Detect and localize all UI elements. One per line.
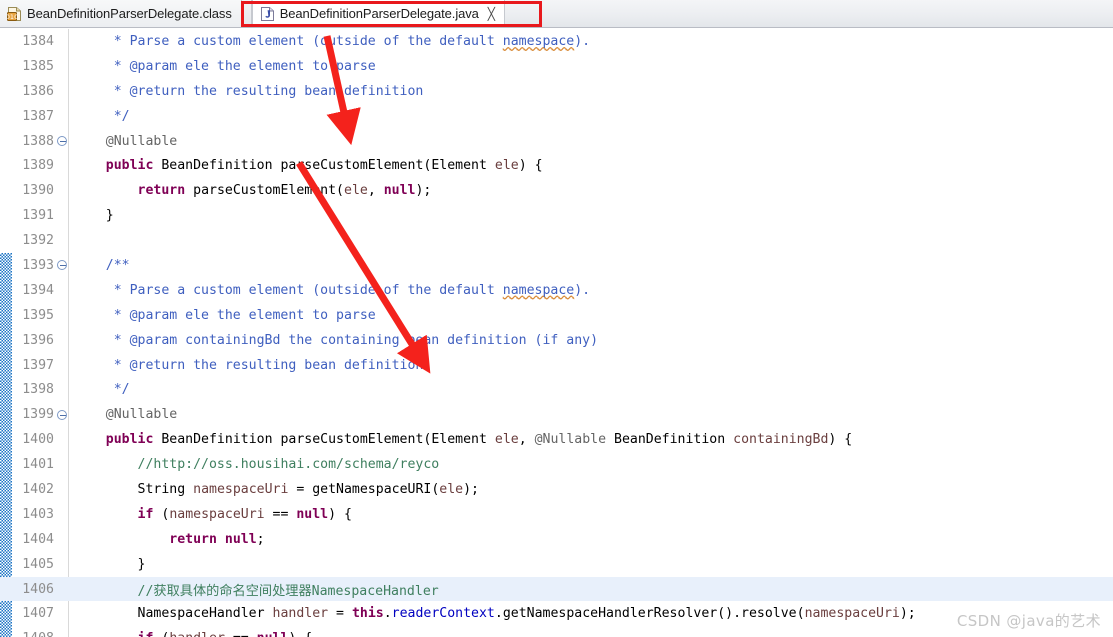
line-number: 1389	[22, 158, 54, 174]
code-line[interactable]: 1392	[0, 228, 1113, 253]
code-text: if (handler == null) {	[68, 631, 1113, 637]
line-number: 1385	[22, 58, 54, 74]
code-text: //http://oss.housihai.com/schema/reyco	[137, 457, 440, 473]
code-line[interactable]: 1387 */	[0, 104, 1113, 129]
svg-text:010: 010	[7, 13, 18, 21]
code-text: //获取具体的命名空间处理器NamespaceHandler	[137, 583, 439, 599]
line-number: 1404	[22, 531, 54, 547]
fold-collapse-icon[interactable]	[56, 136, 68, 146]
line-number: 1384	[22, 33, 54, 49]
line-number: 1394	[22, 282, 54, 298]
tab-bar-gap	[241, 0, 252, 27]
code-line[interactable]: 1405 }	[0, 552, 1113, 577]
code-text: * @param ele the element to parse	[113, 58, 376, 74]
line-number: 1399	[22, 407, 54, 423]
code-text: String namespaceUri = getNamespaceURI(el…	[137, 481, 479, 497]
fold-collapse-icon[interactable]	[56, 409, 68, 420]
line-number: 1391	[22, 208, 54, 224]
code-text: return parseCustomElement(ele, null);	[137, 183, 432, 199]
code-text: */	[113, 382, 130, 398]
fold-collapse-icon[interactable]	[56, 260, 68, 271]
code-line[interactable]: 1404 return null;	[0, 527, 1113, 552]
code-text: public BeanDefinition parseCustomElement…	[105, 432, 853, 448]
code-editor[interactable]: 1384 * Parse a custom element (outside o…	[0, 29, 1113, 637]
code-text: * @return the resulting bean definition	[113, 83, 424, 99]
code-lines: 1384 * Parse a custom element (outside o…	[0, 29, 1113, 637]
code-text: * @param containingBd the containing bea…	[113, 332, 599, 348]
line-number: 1387	[22, 108, 54, 124]
code-text: * Parse a custom element (outside of the…	[113, 33, 591, 49]
code-line[interactable]: 1397 * @return the resulting bean defini…	[0, 353, 1113, 378]
java-file-icon	[260, 6, 275, 22]
code-line[interactable]: 1406 //获取具体的命名空间处理器NamespaceHandler	[0, 576, 1113, 602]
code-text: public BeanDefinition parseCustomElement…	[105, 158, 543, 174]
line-number: 1396	[22, 332, 54, 348]
code-text: }	[74, 556, 146, 572]
code-line[interactable]: 1403 if (namespaceUri == null) {	[0, 502, 1113, 527]
line-number: 1405	[22, 556, 54, 572]
tab-bean-definition-parser-delegate-java[interactable]: BeanDefinitionParserDelegate.java ╳	[251, 0, 505, 27]
eclipse-editor-window: 010 BeanDefinitionParserDelegate.class B…	[0, 0, 1113, 637]
code-text: /**	[105, 257, 130, 273]
line-number: 1397	[22, 357, 54, 373]
line-number: 1400	[22, 432, 54, 448]
code-line[interactable]: 1384 * Parse a custom element (outside o…	[0, 29, 1113, 54]
tab-label: BeanDefinitionParserDelegate.java	[279, 6, 479, 21]
code-line[interactable]: 1402 String namespaceUri = getNamespaceU…	[0, 477, 1113, 502]
line-number: 1388	[22, 133, 54, 149]
code-line[interactable]: 1393 /**	[0, 253, 1113, 278]
code-text: return null;	[169, 531, 265, 547]
line-number: 1390	[22, 183, 54, 199]
code-text: }	[74, 208, 114, 224]
line-number: 1398	[22, 382, 54, 398]
line-number: 1395	[22, 307, 54, 323]
code-line[interactable]: 1395 * @param ele the element to parse	[0, 303, 1113, 328]
code-line[interactable]: 1386 * @return the resulting bean defini…	[0, 79, 1113, 104]
close-icon[interactable]: ╳	[488, 8, 495, 20]
code-line[interactable]: 1390 return parseCustomElement(ele, null…	[0, 178, 1113, 203]
code-line[interactable]: 1388 @Nullable	[0, 129, 1113, 154]
line-number: 1406	[22, 581, 54, 597]
line-number: 1403	[22, 506, 54, 522]
class-file-icon: 010	[7, 6, 22, 22]
tab-bean-definition-parser-delegate-class[interactable]: 010 BeanDefinitionParserDelegate.class	[0, 0, 242, 27]
line-number: 1393	[22, 257, 54, 273]
code-text: @Nullable	[105, 407, 178, 423]
code-line[interactable]: 1394 * Parse a custom element (outside o…	[0, 278, 1113, 303]
code-line[interactable]: 1398 */	[0, 377, 1113, 402]
code-text: */	[113, 108, 130, 124]
code-line[interactable]: 1396 * @param containingBd the containin…	[0, 328, 1113, 353]
line-number: 1392	[22, 233, 54, 249]
tab-label: BeanDefinitionParserDelegate.class	[27, 6, 232, 21]
code-line[interactable]: 1389 public BeanDefinition parseCustomEl…	[0, 153, 1113, 178]
code-text: * @param ele the element to parse	[113, 307, 376, 323]
code-text: * @return the resulting bean definition	[113, 357, 424, 373]
code-line[interactable]: 1400 public BeanDefinition parseCustomEl…	[0, 427, 1113, 452]
code-text: * Parse a custom element (outside of the…	[113, 282, 591, 298]
line-number: 1386	[22, 83, 54, 99]
code-line[interactable]: 1391 }	[0, 203, 1113, 228]
code-line[interactable]: 1385 * @param ele the element to parse	[0, 54, 1113, 79]
line-number: 1408	[0, 631, 56, 637]
code-line[interactable]: 1408 if (handler == null) {	[0, 626, 1113, 637]
line-number: 1407	[22, 606, 54, 622]
line-number: 1401	[22, 457, 54, 473]
csdn-watermark: CSDN @java的艺术	[956, 612, 1101, 630]
line-number: 1402	[22, 481, 54, 497]
code-line[interactable]: 1401 //http://oss.housihai.com/schema/re…	[0, 452, 1113, 477]
code-line[interactable]: 1407 NamespaceHandler handler = this.rea…	[0, 601, 1113, 626]
code-line[interactable]: 1399 @Nullable	[0, 402, 1113, 427]
code-text: @Nullable	[105, 133, 178, 149]
editor-tab-bar: 010 BeanDefinitionParserDelegate.class B…	[0, 0, 1113, 28]
code-text: if (namespaceUri == null) {	[137, 506, 352, 522]
